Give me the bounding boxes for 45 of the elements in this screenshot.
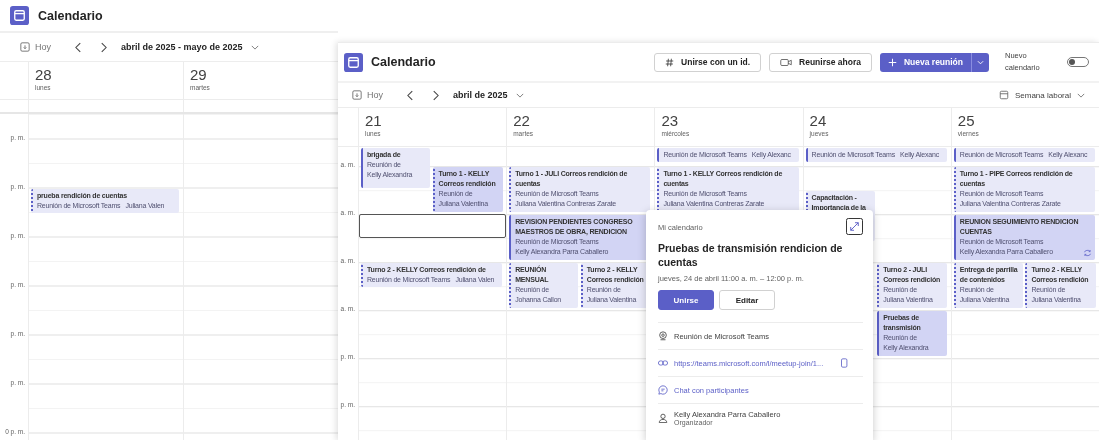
- today-icon[interactable]: [352, 90, 362, 100]
- day-number: 24: [809, 112, 828, 129]
- calendar-app-icon: [344, 52, 363, 72]
- day-number: 23: [661, 112, 680, 129]
- day-number: 22: [513, 112, 531, 129]
- join-with-id-button[interactable]: Unirse con un id.: [654, 52, 762, 72]
- date-range-dropdown[interactable]: abril de 2025: [453, 90, 524, 100]
- window-title: Calendario: [38, 8, 103, 23]
- expand-icon[interactable]: [846, 218, 863, 235]
- previous-icon[interactable]: [407, 89, 414, 101]
- next-icon[interactable]: [100, 41, 107, 53]
- location-icon: [658, 331, 668, 341]
- calendar-icon[interactable]: [998, 90, 1009, 100]
- event-title: Pruebas de transmisión rendicion de cuentas: [658, 241, 844, 269]
- today-button[interactable]: Hoy: [352, 90, 383, 100]
- link-icon: [658, 358, 668, 368]
- day-number: 29: [190, 66, 208, 83]
- copy-icon[interactable]: [839, 358, 850, 368]
- chevron-down-icon[interactable]: [1077, 92, 1085, 98]
- previous-icon[interactable]: [75, 41, 82, 53]
- day-number: 25: [957, 112, 976, 129]
- window-title: Calendario: [371, 55, 436, 69]
- today-button[interactable]: Hoy: [20, 42, 51, 52]
- recurring-icon: [1083, 249, 1092, 258]
- date-range-dropdown[interactable]: abril de 2025 - mayo de 2025: [121, 42, 259, 52]
- new-meeting-split-button[interactable]: Nueva reunión: [879, 52, 989, 72]
- chevron-down-icon[interactable]: [250, 44, 259, 50]
- calendar-app-icon: [10, 6, 29, 25]
- view-dropdown[interactable]: Semana laboral: [998, 90, 1085, 100]
- hash-icon[interactable]: [665, 57, 675, 67]
- day-number: 28: [35, 66, 53, 83]
- chevron-down-icon[interactable]: [515, 92, 524, 98]
- edit-button[interactable]: Editar: [719, 290, 775, 310]
- button-label[interactable]: Nueva reunión: [903, 57, 963, 67]
- day-number: 21: [365, 112, 383, 129]
- next-icon[interactable]: [432, 89, 439, 101]
- selected-time-slot[interactable]: [359, 214, 507, 239]
- meet-now-button[interactable]: Reunirse ahora: [769, 52, 872, 72]
- plus-icon[interactable]: [887, 57, 897, 67]
- chat-icon: [658, 385, 668, 395]
- caret-icon[interactable]: [977, 59, 984, 65]
- join-button[interactable]: Unirse: [658, 290, 714, 310]
- person-icon: [658, 413, 668, 423]
- video-camera-icon[interactable]: [780, 57, 793, 67]
- today-icon[interactable]: [20, 42, 30, 52]
